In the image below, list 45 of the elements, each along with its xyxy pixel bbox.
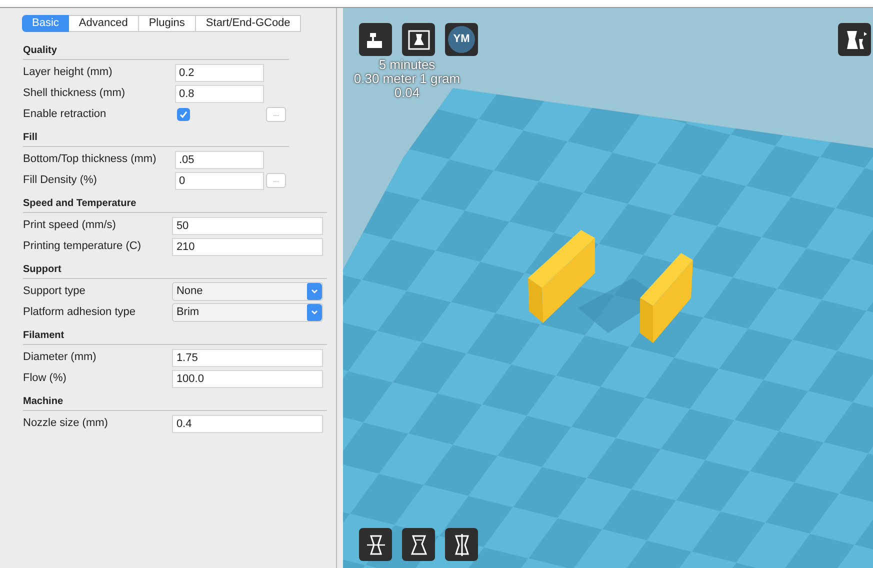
dropdown[interactable]: None [172,282,323,301]
field-label: Printing temperature (C) [23,239,142,254]
print-stat: 0.04 [394,86,420,100]
section-header: Speed and Temperature [23,196,327,213]
field-label: Nozzle size (mm) [23,416,109,432]
print-stat: 5 minutes [378,58,436,72]
field-label: Layer height (mm) [23,65,114,80]
user-avatar[interactable]: YM [445,23,478,56]
field-label: Platform adhesion type [23,305,137,320]
chevron-down-icon [307,283,322,300]
field-label: Support type [23,284,86,300]
text-field[interactable]: 0.4 [172,414,323,432]
tab[interactable]: Plugins [138,15,196,32]
tab[interactable]: Start/End-GCode [196,15,302,32]
print-stat: 0.30 meter 1 gram [354,72,460,86]
field-label: Diameter (mm) [23,350,98,366]
rotate-icon[interactable] [359,528,392,561]
field-label: Flow (%) [23,371,68,386]
chevron-down-icon [307,304,322,321]
section-header: Quality [23,43,289,60]
section-header: Machine [23,394,327,411]
text-field[interactable]: 210 [172,238,323,256]
print-icon[interactable] [402,23,435,56]
section-header: Fill [23,130,289,147]
text-field[interactable]: .05 [175,150,264,168]
load-icon[interactable] [359,23,392,56]
field-label: Shell thickness (mm) [23,86,126,102]
text-field[interactable]: 0 [175,172,264,190]
text-field[interactable]: 100.0 [172,370,323,388]
text-field[interactable]: 1.75 [172,348,323,366]
dropdown[interactable]: Brim [172,303,323,322]
view-mode-icon[interactable] [838,23,871,56]
tab[interactable]: Advanced [68,15,139,32]
checkbox[interactable] [177,108,190,121]
field-label: Enable retraction [23,107,108,122]
section-header: Filament [23,328,327,345]
text-field[interactable]: 50 [172,216,323,234]
field-label: Bottom/Top thickness (mm) [23,152,158,168]
mirror-icon[interactable] [445,528,478,561]
scale-icon[interactable] [402,528,435,561]
text-field[interactable]: 0.8 [175,84,264,102]
field-label: Print speed (mm/s) [23,218,117,234]
section-header: Support [23,262,327,279]
text-field[interactable]: 0.2 [175,64,264,82]
field-label: Fill Density (%) [23,173,98,188]
